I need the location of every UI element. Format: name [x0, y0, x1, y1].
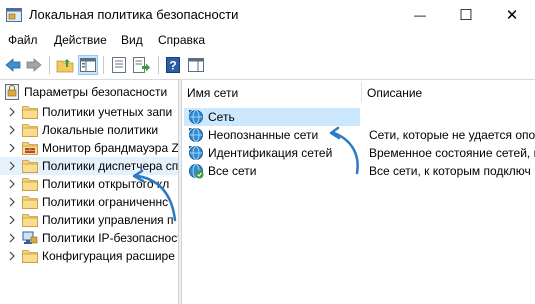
chevron-right-icon[interactable]	[7, 178, 17, 190]
export-list-button[interactable]	[132, 55, 152, 75]
network-name-cell[interactable]: Сеть	[184, 108, 360, 126]
tree-item-label: Политики IP-безопасност	[42, 231, 178, 245]
network-name: Сеть	[208, 110, 235, 124]
folder-icon	[22, 104, 38, 119]
network-icon	[188, 145, 204, 161]
chevron-right-icon[interactable]	[7, 160, 17, 172]
security-settings-icon	[5, 84, 19, 100]
network-name-cell[interactable]: Неопознанные сети	[184, 126, 360, 144]
column-header-label: Описание	[367, 86, 423, 100]
column-header-network-name[interactable]: Имя сети	[182, 80, 361, 104]
tree-item-label: Политики открытого кл	[42, 177, 170, 191]
folder-icon	[22, 176, 38, 191]
help-button[interactable]: ?	[163, 55, 183, 75]
tree-root[interactable]: Параметры безопасности	[0, 83, 178, 101]
chevron-right-icon[interactable]	[7, 142, 17, 154]
network-icon	[188, 127, 204, 143]
forward-button[interactable]	[24, 55, 44, 75]
tree-item[interactable]: Локальные политики	[0, 121, 178, 139]
tree-item-label: Локальные политики	[42, 123, 159, 137]
forward-icon	[26, 58, 42, 72]
back-icon	[5, 58, 21, 72]
chevron-right-icon[interactable]	[7, 196, 17, 208]
tree-root-label: Параметры безопасности	[24, 85, 168, 99]
network-description: Временное состояние сетей, кот	[369, 146, 535, 160]
security-policy-app-icon	[6, 8, 22, 22]
tree-item[interactable]: Конфигурация расшире	[0, 247, 178, 265]
help-icon: ?	[166, 57, 180, 73]
tree-pane: Параметры безопасности Политики учетных …	[0, 80, 178, 304]
network-description: Все сети, к которым подключ	[369, 164, 531, 178]
title-bar: Локальная политика безопасности — ☐ ✕	[0, 0, 535, 30]
menu-action[interactable]: Действие	[54, 33, 107, 47]
network-name-cell[interactable]: Все сети	[184, 162, 360, 180]
show-hide-tree-icon	[80, 58, 96, 72]
tree-item[interactable]: Политики учетных запи	[0, 103, 178, 121]
show-hide-tree-button[interactable]	[78, 55, 98, 75]
tree-item[interactable]: Политики диспетчера сп	[0, 157, 178, 175]
network-description: Сети, которые не удается опоз	[369, 128, 535, 142]
tree-item-label: Политики диспетчера сп	[42, 159, 178, 173]
close-button[interactable]: ✕	[489, 0, 535, 30]
svg-text:?: ?	[169, 59, 176, 73]
tree-item-label: Политики учетных запи	[42, 105, 173, 119]
network-name-cell[interactable]: Идентификация сетей	[184, 144, 360, 162]
chevron-right-icon[interactable]	[7, 250, 17, 262]
chevron-right-icon[interactable]	[7, 106, 17, 118]
menu-view[interactable]: Вид	[121, 33, 143, 47]
network-check-icon	[188, 163, 204, 179]
ipsec-icon	[22, 230, 38, 245]
table-row[interactable]: Неопознанные сети Сети, которые не удаетс…	[182, 126, 535, 144]
console-button[interactable]	[186, 55, 206, 75]
menu-bar: Файл Действие Вид Справка	[0, 30, 535, 50]
tree-item-label: Политики управления п	[42, 213, 174, 227]
folder-icon	[22, 158, 38, 173]
network-icon	[188, 109, 204, 125]
tree-item[interactable]: Политики управления п	[0, 211, 178, 229]
minimize-icon: —	[414, 8, 426, 22]
back-button[interactable]	[3, 55, 23, 75]
firewall-folder-icon	[22, 140, 38, 155]
network-name: Идентификация сетей	[208, 146, 333, 160]
console-icon	[188, 58, 204, 72]
toolbar: ?	[0, 51, 535, 80]
tree-item[interactable]: Политики ограниченнс	[0, 193, 178, 211]
network-name: Неопознанные сети	[208, 128, 319, 142]
minimize-button[interactable]: —	[397, 0, 443, 30]
window-title: Локальная политика безопасности	[29, 7, 239, 22]
column-header-description[interactable]: Описание	[362, 80, 535, 104]
folder-icon	[22, 194, 38, 209]
export-list-icon	[133, 57, 150, 73]
table-row[interactable]: Все сети Все сети, к которым подключ	[182, 162, 535, 180]
folder-icon	[22, 248, 38, 263]
maximize-button[interactable]: ☐	[443, 0, 489, 30]
properties-icon	[112, 57, 126, 73]
tree-item-label: Монитор брандмауэра Zi	[42, 141, 178, 155]
up-folder-button[interactable]	[55, 55, 75, 75]
tree-item[interactable]: Монитор брандмауэра Zi	[0, 139, 178, 157]
network-name: Все сети	[208, 164, 257, 178]
chevron-right-icon[interactable]	[7, 214, 17, 226]
list-pane: Имя сети Описание Сеть Неопознанные сети С…	[182, 80, 535, 304]
column-header-label: Имя сети	[187, 86, 239, 100]
folder-icon	[22, 122, 38, 137]
table-row[interactable]: Сеть	[182, 108, 535, 126]
properties-button[interactable]	[109, 55, 129, 75]
folder-icon	[22, 212, 38, 227]
tree-item[interactable]: Политики открытого кл	[0, 175, 178, 193]
up-folder-icon	[56, 59, 74, 73]
menu-help[interactable]: Справка	[158, 33, 205, 47]
table-row[interactable]: Идентификация сетей Временное состояние с…	[182, 144, 535, 162]
maximize-icon: ☐	[459, 7, 473, 24]
tree-item-label: Конфигурация расшире	[42, 249, 175, 263]
close-icon: ✕	[505, 7, 519, 24]
menu-file[interactable]: Файл	[8, 33, 38, 47]
tree-item-label: Политики ограниченнс	[42, 195, 169, 209]
tree-item[interactable]: Политики IP-безопасност	[0, 229, 178, 247]
chevron-right-icon[interactable]	[7, 124, 17, 136]
chevron-right-icon[interactable]	[7, 232, 17, 244]
